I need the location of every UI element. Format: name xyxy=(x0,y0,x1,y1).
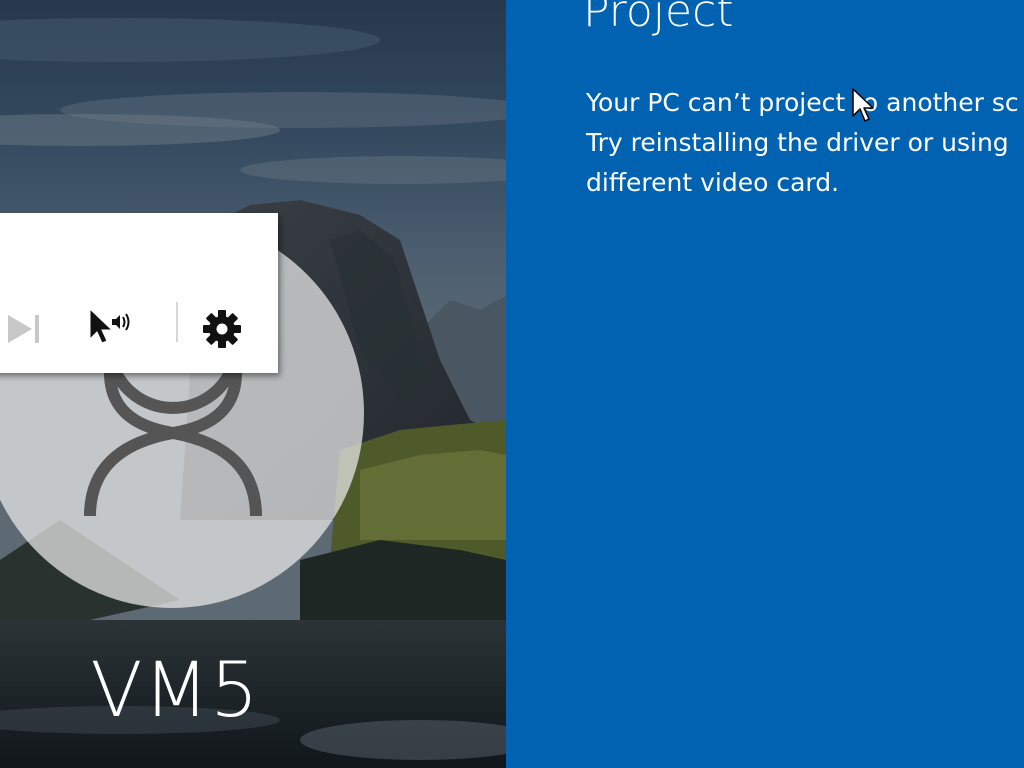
project-error-message: Your PC can’t project to another sc Try … xyxy=(586,83,1024,203)
screen: VM5 Project Your PC can’t project to ano… xyxy=(0,0,1024,768)
mouse-audio-icon xyxy=(89,307,130,344)
message-line: different video card. xyxy=(586,168,840,197)
user-name: VM5 xyxy=(90,645,260,734)
project-title: Project xyxy=(583,0,734,37)
settings-button[interactable] xyxy=(198,305,246,353)
vm-toolbar xyxy=(0,213,278,373)
project-panel: Project Your PC can’t project to another… xyxy=(506,0,1024,768)
gear-icon xyxy=(203,310,241,348)
message-line: Your PC can’t project to another sc xyxy=(586,88,1019,117)
next-button[interactable] xyxy=(0,305,48,353)
toolbar-separator xyxy=(176,302,178,342)
mouse-audio-button[interactable] xyxy=(86,305,134,353)
next-icon xyxy=(8,315,39,343)
message-line: Try reinstalling the driver or using xyxy=(586,128,1009,157)
